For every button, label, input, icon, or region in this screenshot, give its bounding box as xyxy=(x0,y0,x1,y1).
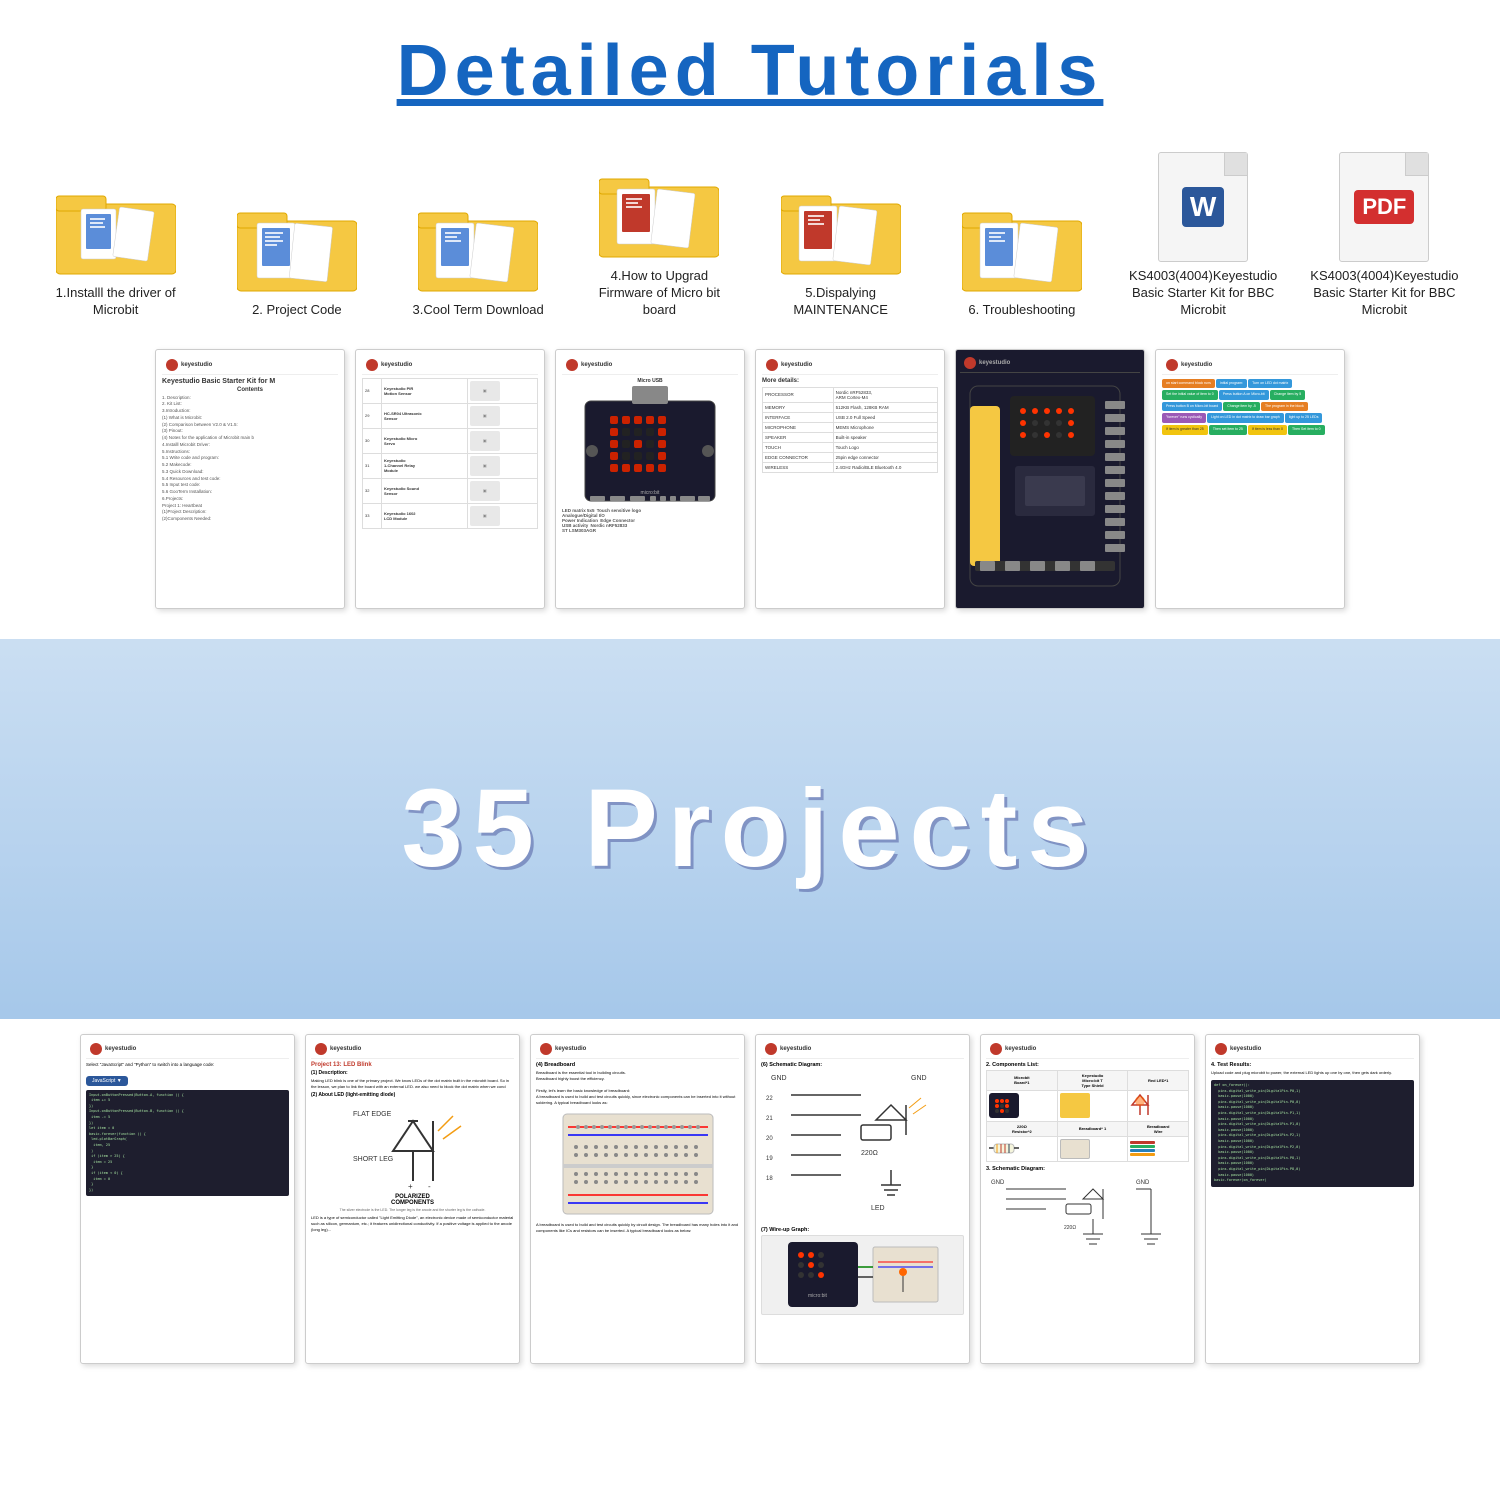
svg-text:FLAT EDGE: FLAT EDGE xyxy=(353,1111,392,1118)
folder-label-6: 6. Troubleshooting xyxy=(968,302,1075,319)
folder-item-pdf[interactable]: PDF KS4003(4004)Keyestudio Basic Starter… xyxy=(1309,152,1460,319)
folder-icon-1 xyxy=(56,184,176,279)
doc-page-4: keyestudio More details: PROCESSORNordic… xyxy=(755,349,945,609)
folder-item-1[interactable]: 1.Installl the driver of Microbit xyxy=(40,184,191,319)
doc1-title: Keyestudio Basic Starter Kit for M xyxy=(162,378,338,385)
pdf-badge: PDF xyxy=(1354,190,1414,224)
doc-page-2: keyestudio 28 Keyestudio PIRMotion Senso… xyxy=(355,349,545,609)
bottom-doc-logo-3 xyxy=(540,1043,552,1055)
doc-logo-5 xyxy=(964,357,976,369)
svg-text:GND: GND xyxy=(911,1075,927,1082)
page-header: Detailed Tutorials xyxy=(0,0,1500,132)
doc-page-3: keyestudio Micro USB xyxy=(555,349,745,609)
svg-text:18: 18 xyxy=(766,1176,773,1182)
svg-text:21: 21 xyxy=(766,1116,773,1122)
folder-item-word[interactable]: W KS4003(4004)Keyestudio Basic Starter K… xyxy=(1128,152,1279,319)
folder-label-2: 2. Project Code xyxy=(252,302,342,319)
folder-item-3[interactable]: 3.Cool Term Download xyxy=(403,201,554,319)
pdf-file-icon: PDF xyxy=(1339,152,1429,262)
svg-text:GND: GND xyxy=(771,1075,787,1082)
svg-text:SHORT LEG: SHORT LEG xyxy=(353,1156,393,1163)
component-table: 28 Keyestudio PIRMotion Sensor ▣ 29 HC-S… xyxy=(362,378,538,529)
doc-page-5: keyestudio xyxy=(955,349,1145,609)
svg-text:GND: GND xyxy=(1136,1180,1150,1186)
folder-label-4: 4.How to Upgrad Firmware of Micro bit bo… xyxy=(584,268,735,319)
bottom-doc-2: keyestudio Project 13: LED Blink (1) Des… xyxy=(305,1034,520,1364)
bottom-doc-logo-2 xyxy=(315,1043,327,1055)
svg-text:-: - xyxy=(428,1182,431,1191)
svg-text:220Ω: 220Ω xyxy=(861,1150,878,1157)
bottom-doc-4: keyestudio (6) Schematic Diagram: GND GN… xyxy=(755,1034,970,1364)
bottom-doc-logo-5 xyxy=(990,1043,1002,1055)
bottom-doc-logo-4 xyxy=(765,1043,777,1055)
folder-label-3: 3.Cool Term Download xyxy=(412,302,543,319)
folder-item-4[interactable]: 4.How to Upgrad Firmware of Micro bit bo… xyxy=(584,167,735,319)
doc-page-6: keyestudio on start command block runs i… xyxy=(1155,349,1345,609)
svg-text:22: 22 xyxy=(766,1096,773,1102)
svg-text:20: 20 xyxy=(766,1136,773,1142)
word-file-icon: W xyxy=(1158,152,1248,262)
word-badge: W xyxy=(1182,187,1224,227)
pdf-file-label: KS4003(4004)Keyestudio Basic Starter Kit… xyxy=(1309,268,1460,319)
doc-logo-1 xyxy=(166,359,178,371)
folder-item-2[interactable]: 2. Project Code xyxy=(221,201,372,319)
top-docs-row: keyestudio Keyestudio Basic Starter Kit … xyxy=(0,339,1500,619)
bottom-doc-1: keyestudio Select "JavaScript" and "Pyth… xyxy=(80,1034,295,1364)
svg-text:GND: GND xyxy=(991,1180,1005,1186)
svg-text:220Ω: 220Ω xyxy=(1064,1225,1076,1231)
doc-logo-3 xyxy=(566,359,578,371)
folder-icon-6 xyxy=(962,201,1082,296)
bottom-doc-5: keyestudio 2. Components List: MicrobitB… xyxy=(980,1034,1195,1364)
doc-logo-4 xyxy=(766,359,778,371)
svg-text:micro:bit: micro:bit xyxy=(641,490,661,496)
svg-text:LED: LED xyxy=(871,1205,885,1212)
preview-section: keyestudio Keyestudio Basic Starter Kit … xyxy=(0,339,1500,1019)
folder-icon-3 xyxy=(418,201,538,296)
folder-item-6[interactable]: 6. Troubleshooting xyxy=(946,201,1097,319)
projects-count-text: 35 Projects xyxy=(401,765,1098,892)
bottom-doc-3: keyestudio (4) Breadboard Breadboard is … xyxy=(530,1034,745,1364)
bottom-docs-row: keyestudio Select "JavaScript" and "Pyth… xyxy=(0,1024,1500,1374)
bottom-doc-6: keyestudio 4. Test Results: Upload code … xyxy=(1205,1034,1420,1364)
page-title: Detailed Tutorials xyxy=(0,30,1500,112)
folder-icon-4 xyxy=(599,167,719,262)
folder-label-1: 1.Installl the driver of Microbit xyxy=(40,285,191,319)
svg-text:micro:bit: micro:bit xyxy=(808,1293,828,1299)
svg-text:+: + xyxy=(408,1182,413,1191)
folder-item-5[interactable]: 5.Dispalying MAINTENANCE xyxy=(765,184,916,319)
bottom-doc-logo-1 xyxy=(90,1043,102,1055)
doc-logo-6 xyxy=(1166,359,1178,371)
svg-text:19: 19 xyxy=(766,1156,773,1162)
word-file-label: KS4003(4004)Keyestudio Basic Starter Kit… xyxy=(1128,268,1279,319)
projects-overlay: 35 Projects xyxy=(0,639,1500,1019)
bottom-doc-logo-6 xyxy=(1215,1043,1227,1055)
folder-label-5: 5.Dispalying MAINTENANCE xyxy=(765,285,916,319)
folder-row: 1.Installl the driver of Microbit 2. Pro… xyxy=(0,132,1500,329)
folder-icon-5 xyxy=(781,184,901,279)
doc-page-1: keyestudio Keyestudio Basic Starter Kit … xyxy=(155,349,345,609)
doc-logo-2 xyxy=(366,359,378,371)
folder-icon-2 xyxy=(237,201,357,296)
